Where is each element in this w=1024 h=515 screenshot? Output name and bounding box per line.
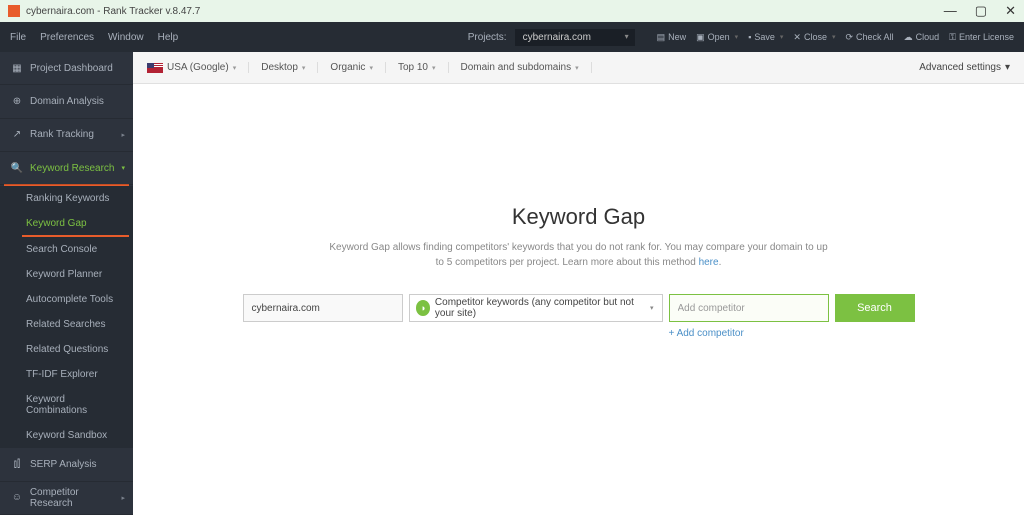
sidebar-serp-analysis[interactable]: ⫾⫿ SERP Analysis: [0, 448, 133, 481]
sub-keyword-gap[interactable]: Keyword Gap: [0, 211, 133, 236]
sidebar-competitor-research[interactable]: ☺ Competitor Research ▸: [0, 482, 133, 515]
filter-device[interactable]: Desktop ▾: [261, 62, 318, 73]
chevron-right-icon: ▸: [121, 494, 125, 502]
chevron-down-icon: ▾: [233, 64, 237, 72]
sub-tfidf-explorer[interactable]: TF-IDF Explorer: [0, 362, 133, 387]
maximize-button[interactable]: ▢: [975, 3, 987, 19]
toolbar-close[interactable]: ✕Close▾: [793, 32, 835, 43]
menu-preferences[interactable]: Preferences: [40, 32, 94, 43]
app-icon: [8, 5, 20, 17]
toolbar-enter-license[interactable]: ⚿Enter License: [949, 32, 1014, 43]
chevron-down-icon: ▾: [575, 64, 579, 72]
cloud-icon: ☁: [904, 32, 913, 43]
refresh-icon: ⟳: [846, 32, 854, 43]
content-area: USA (Google) ▾ Desktop ▾ Organic ▾ Top 1…: [133, 52, 1024, 515]
save-icon: ▪: [748, 32, 751, 42]
chevron-down-icon: ▾: [121, 164, 125, 172]
sub-keyword-sandbox[interactable]: Keyword Sandbox: [0, 423, 133, 448]
filter-country[interactable]: USA (Google) ▾: [147, 62, 249, 73]
key-icon: ⚿: [949, 32, 956, 43]
menu-file[interactable]: File: [10, 32, 26, 43]
dashboard-icon: ▦: [10, 63, 24, 74]
chevron-down-icon: ▾: [432, 64, 436, 72]
chevron-down-icon: ▾: [302, 64, 306, 72]
toolbar-new[interactable]: ▤New: [657, 32, 687, 43]
gap-method-select[interactable]: ◑ Competitor keywords (any competitor bu…: [409, 294, 663, 322]
toolbar-cloud[interactable]: ☁Cloud: [904, 32, 940, 43]
globe-icon: ⊕: [10, 96, 24, 107]
sub-related-searches[interactable]: Related Searches: [0, 312, 133, 337]
filter-bar: USA (Google) ▾ Desktop ▾ Organic ▾ Top 1…: [133, 52, 1024, 84]
page-title: Keyword Gap: [512, 204, 645, 230]
toolbar-check-all[interactable]: ⟳Check All: [846, 32, 894, 43]
page-description: Keyword Gap allows finding competitors' …: [329, 240, 829, 270]
filter-scope[interactable]: Domain and subdomains ▾: [461, 62, 592, 73]
close-window-button[interactable]: ✕: [1005, 3, 1016, 19]
toolbar-save[interactable]: ▪Save▾: [748, 32, 783, 42]
tracking-icon: ↗: [10, 129, 24, 140]
add-competitor-link[interactable]: + Add competitor: [669, 328, 829, 339]
sidebar-project-dashboard[interactable]: ▦ Project Dashboard: [0, 52, 133, 85]
project-selector[interactable]: cybernaira.com: [515, 29, 635, 46]
sidebar-keyword-research[interactable]: 🔍 Keyword Research ▾: [0, 152, 133, 185]
learn-more-link[interactable]: here: [699, 257, 719, 268]
sub-ranking-keywords[interactable]: Ranking Keywords: [0, 186, 133, 211]
toolbar-open[interactable]: ▣Open▾: [696, 32, 738, 43]
menubar: File Preferences Window Help Projects: c…: [0, 22, 1024, 52]
chevron-down-icon: ▾: [650, 304, 654, 312]
chevron-down-icon: ▾: [1005, 62, 1010, 73]
your-site-input[interactable]: cybernaira.com: [243, 294, 403, 322]
projects-label: Projects:: [468, 32, 507, 43]
keyword-gap-form: cybernaira.com ◑ Competitor keywords (an…: [243, 294, 915, 339]
sidebar: ▦ Project Dashboard ⊕ Domain Analysis ↗ …: [0, 52, 133, 515]
minimize-button[interactable]: —: [944, 3, 957, 19]
window-titlebar: cybernaira.com - Rank Tracker v.8.47.7 —…: [0, 0, 1024, 22]
menu-help[interactable]: Help: [158, 32, 179, 43]
search-icon: 🔍: [10, 163, 24, 174]
chevron-down-icon: ▾: [369, 64, 373, 72]
sidebar-rank-tracking[interactable]: ↗ Rank Tracking ▸: [0, 119, 133, 152]
search-button[interactable]: Search: [835, 294, 915, 322]
usa-flag-icon: [147, 63, 163, 73]
filter-traffic[interactable]: Organic ▾: [330, 62, 386, 73]
sub-search-console[interactable]: Search Console: [0, 237, 133, 262]
chevron-right-icon: ▸: [121, 131, 125, 139]
chart-icon: ⫾⫿: [10, 459, 24, 470]
project-selected: cybernaira.com: [523, 32, 591, 43]
advanced-settings[interactable]: Advanced settings ▾: [919, 62, 1010, 73]
competitor-input[interactable]: [669, 294, 829, 322]
menu-window[interactable]: Window: [108, 32, 144, 43]
sub-autocomplete-tools[interactable]: Autocomplete Tools: [0, 287, 133, 312]
filter-topn[interactable]: Top 10 ▾: [398, 62, 449, 73]
sidebar-domain-analysis[interactable]: ⊕ Domain Analysis: [0, 85, 133, 118]
sub-keyword-combinations[interactable]: Keyword Combinations: [0, 387, 133, 423]
venn-icon: ◑: [416, 300, 430, 316]
new-icon: ▤: [657, 32, 666, 43]
sub-keyword-planner[interactable]: Keyword Planner: [0, 262, 133, 287]
sub-related-questions[interactable]: Related Questions: [0, 337, 133, 362]
keyword-research-submenu: Ranking Keywords Keyword Gap Search Cons…: [0, 186, 133, 448]
person-icon: ☺: [10, 492, 24, 503]
open-icon: ▣: [696, 32, 705, 43]
window-title: cybernaira.com - Rank Tracker v.8.47.7: [26, 6, 200, 17]
close-icon: ✕: [793, 32, 801, 43]
competitor-field[interactable]: [678, 303, 820, 314]
